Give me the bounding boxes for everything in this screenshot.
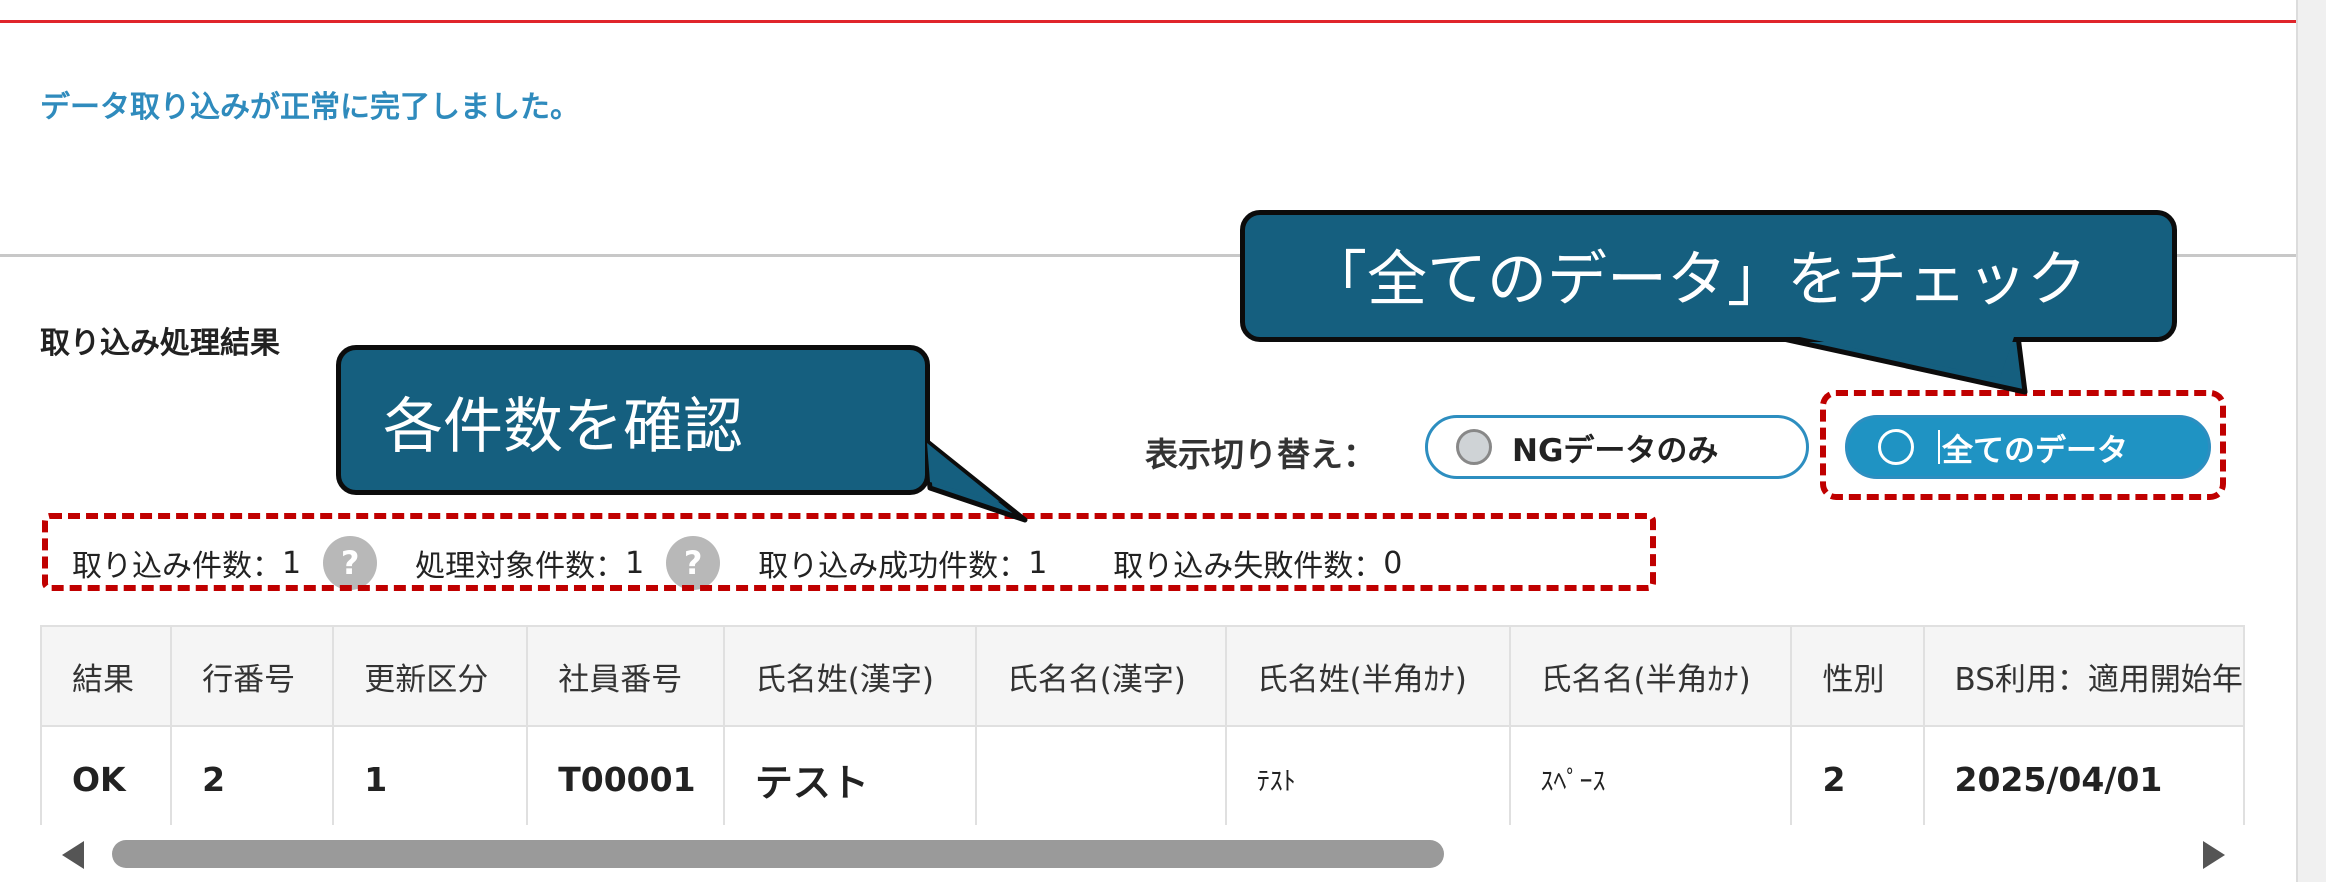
column-header: 社員番号 (526, 625, 725, 727)
section-title: 取り込み処理結果 (40, 326, 280, 361)
table-cell: 2 (170, 725, 335, 825)
radio-circle-icon (1456, 429, 1492, 465)
result-table-viewport: 結果 行番号 更新区分 社員番号 氏名姓(漢字) 氏名名(漢字) 氏名姓(半角ｶ… (40, 625, 2245, 825)
scroll-left-arrow-icon[interactable] (62, 841, 84, 869)
table-row: OK 2 1 T00001 テスト ﾃｽﾄ ｽﾍﾟｰｽ 2 2025/04/01 (40, 725, 2245, 825)
table-cell: ﾃｽﾄ (1224, 725, 1511, 825)
table-cell: T00001 (526, 725, 725, 825)
column-header: 氏名姓(半角ｶﾅ) (1224, 625, 1511, 727)
table-cell: OK (40, 725, 173, 825)
scroll-right-arrow-icon[interactable] (2203, 841, 2225, 869)
column-header: 氏名名(半角ｶﾅ) (1508, 625, 1793, 727)
table-header-row: 結果 行番号 更新区分 社員番号 氏名姓(漢字) 氏名名(漢字) 氏名姓(半角ｶ… (40, 625, 2245, 727)
horizontal-scrollbar[interactable] (40, 828, 2245, 880)
column-header: 結果 (40, 625, 173, 727)
all-data-highlight-box (1820, 390, 2226, 500)
table-cell: テスト (722, 725, 977, 825)
table-cell: 2 (1790, 725, 1925, 825)
counts-highlight-box (42, 513, 1656, 591)
column-header: BS利用：適用開始年 (1922, 625, 2245, 727)
view-toggle-label: 表示切り替え： (1145, 435, 1376, 474)
success-message: データ取り込みが正常に完了しました。 (40, 90, 580, 125)
radio-ng-only-label: NGデータのみ (1512, 432, 1719, 469)
table-cell (974, 725, 1227, 825)
top-accent-line (0, 20, 2296, 23)
column-header: 更新区分 (332, 625, 529, 727)
check-all-callout: 「全てのデータ」をチェック (1240, 210, 2177, 342)
column-header: 性別 (1790, 625, 1925, 727)
result-table: 結果 行番号 更新区分 社員番号 氏名姓(漢字) 氏名名(漢字) 氏名姓(半角ｶ… (40, 625, 2245, 825)
counts-callout: 各件数を確認 (336, 345, 930, 495)
table-cell: 1 (332, 725, 529, 825)
scrollbar-thumb[interactable] (112, 840, 1444, 868)
column-header: 氏名名(漢字) (974, 625, 1227, 727)
column-header: 行番号 (170, 625, 335, 727)
table-cell: ｽﾍﾟｰｽ (1508, 725, 1793, 825)
column-header: 氏名姓(漢字) (722, 625, 977, 727)
radio-ng-only[interactable]: NGデータのみ (1425, 415, 1809, 479)
table-cell: 2025/04/01 (1922, 725, 2245, 825)
